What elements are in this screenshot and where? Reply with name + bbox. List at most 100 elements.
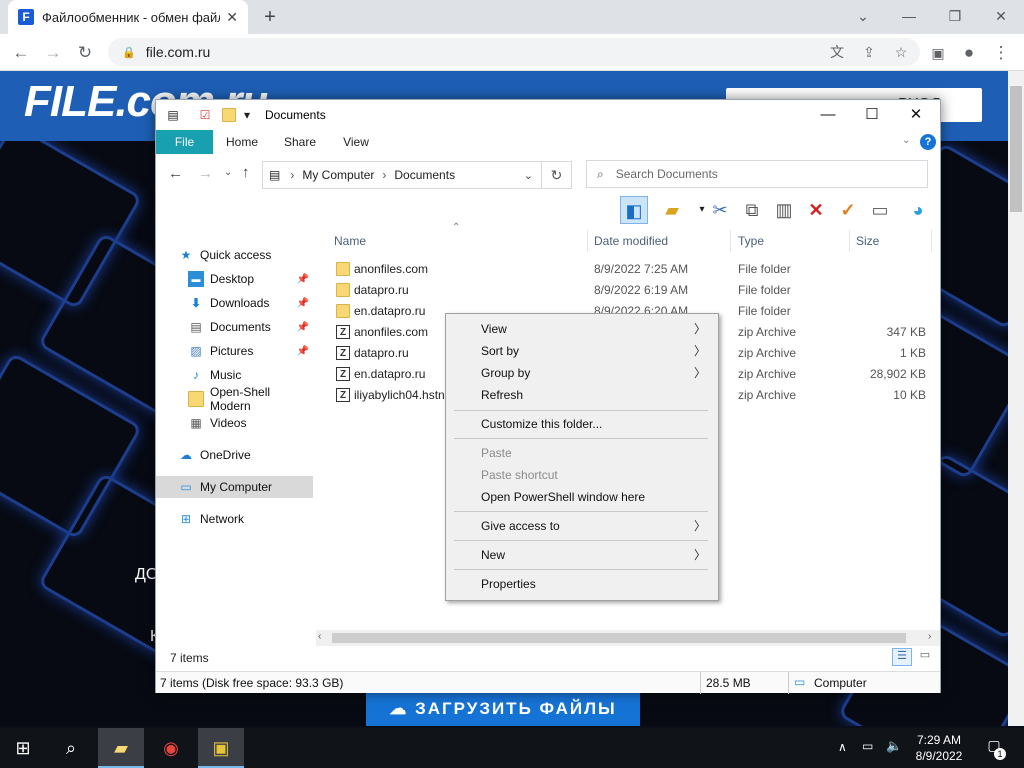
menu-item-open-powershell[interactable]: Open PowerShell window here bbox=[448, 486, 716, 508]
new-folder-tool-icon[interactable]: ▰ bbox=[658, 196, 686, 224]
menu-item-paste-shortcut[interactable]: Paste shortcut bbox=[448, 464, 716, 486]
breadcrumb-documents[interactable]: Documents bbox=[394, 168, 455, 182]
search-icon[interactable]: ⌕ bbox=[48, 728, 94, 768]
upload-files-button[interactable]: ☁ ЗАГРУЗИТЬ ФАЙЛЫ bbox=[366, 691, 640, 726]
tray-expand-icon[interactable]: ∧ bbox=[838, 740, 847, 754]
network-tray-icon[interactable]: ▭ bbox=[862, 739, 873, 753]
maximize-button[interactable]: ☐ bbox=[852, 104, 892, 126]
properties-icon[interactable]: ▤ bbox=[166, 108, 180, 122]
bookmark-star-icon[interactable]: ☆ bbox=[890, 41, 912, 63]
refresh-icon[interactable]: ↻ bbox=[542, 161, 572, 189]
sidebar-item-documents[interactable]: ▤ Documents 📌 bbox=[156, 316, 313, 338]
sidebar-item-downloads[interactable]: ⬇ Downloads 📌 bbox=[156, 292, 313, 314]
details-view-icon[interactable]: ☰ bbox=[892, 648, 912, 666]
table-row[interactable]: datapro.ru 8/9/2022 6:19 AM File folder bbox=[330, 280, 934, 301]
cut-icon[interactable]: ✂ bbox=[706, 196, 734, 224]
address-bar[interactable]: 🔒 file.com.ru 文 ⇪ ☆ bbox=[108, 38, 920, 66]
address-dropdown-icon[interactable]: ⌄ bbox=[524, 169, 533, 182]
menu-item-group-by[interactable]: Group by 〉 bbox=[448, 362, 716, 384]
delete-icon[interactable]: ✕ bbox=[802, 196, 830, 224]
breadcrumb-my-computer[interactable]: My Computer bbox=[302, 168, 374, 182]
browser-minimize-button[interactable]: — bbox=[896, 4, 922, 28]
column-header-type[interactable]: Type bbox=[732, 230, 850, 252]
new-folder-icon[interactable] bbox=[222, 108, 236, 122]
sidebar-item-my-computer[interactable]: ▭ My Computer bbox=[156, 476, 313, 498]
tab-view[interactable]: View bbox=[332, 130, 380, 154]
sidebar-item-videos[interactable]: ▦ Videos bbox=[156, 412, 313, 434]
table-row[interactable]: anonfiles.com 8/9/2022 7:25 AM File fold… bbox=[330, 259, 934, 280]
volume-icon[interactable]: 🔈 bbox=[886, 738, 902, 754]
sidebar-item-music[interactable]: ♪ Music bbox=[156, 364, 313, 386]
menu-item-customize-folder[interactable]: Customize this folder... bbox=[448, 413, 716, 435]
browser-tab[interactable]: F Файлообменник - обмен файлами ✕ bbox=[8, 0, 248, 34]
scroll-left-icon[interactable]: ‹ bbox=[318, 631, 321, 642]
sidebar-item-pictures[interactable]: ▨ Pictures 📌 bbox=[156, 340, 313, 362]
pin-icon[interactable]: 📌 bbox=[297, 322, 309, 333]
minimize-button[interactable]: — bbox=[808, 104, 848, 126]
sidebar-item-network[interactable]: ⊞ Network bbox=[156, 508, 313, 530]
rename-check-icon[interactable]: ✓ bbox=[834, 196, 862, 224]
ribbon-expand-icon[interactable]: ⌄ bbox=[902, 135, 910, 146]
navigation-pane-icon[interactable]: ◧ bbox=[620, 196, 648, 224]
paste-icon[interactable]: ▥ bbox=[770, 196, 798, 224]
column-header-size[interactable]: Size bbox=[850, 230, 932, 252]
horizontal-scroll-thumb[interactable] bbox=[332, 633, 906, 643]
sidebar-item-quick-access[interactable]: ★ Quick access bbox=[156, 244, 313, 266]
copy-icon[interactable]: ⧉ bbox=[738, 196, 766, 224]
forward-arrow-icon[interactable]: → bbox=[198, 165, 213, 182]
checkmark-icon[interactable]: ☑ bbox=[198, 108, 212, 122]
profile-icon[interactable]: ● bbox=[956, 40, 982, 66]
explorer-address-bar[interactable]: ▤ › My Computer › Documents ⌄ bbox=[262, 161, 542, 189]
page-scrollbar-thumb[interactable] bbox=[1010, 86, 1022, 212]
forward-icon[interactable]: → bbox=[40, 40, 66, 66]
network-globe-icon[interactable]: ◕ bbox=[904, 196, 932, 224]
close-button[interactable]: ✕ bbox=[896, 104, 936, 126]
clock[interactable]: 7:29 AM 8/9/2022 bbox=[908, 732, 970, 764]
back-icon[interactable]: ← bbox=[8, 40, 34, 66]
chrome-taskbar-icon[interactable]: ◉ bbox=[148, 728, 194, 768]
pin-icon[interactable]: 📌 bbox=[297, 274, 309, 285]
menu-item-sort-by[interactable]: Sort by 〉 bbox=[448, 340, 716, 362]
windows-start-icon[interactable]: ⊞ bbox=[0, 728, 46, 768]
menu-item-paste[interactable]: Paste bbox=[448, 442, 716, 464]
tab-share[interactable]: Share bbox=[276, 130, 324, 154]
file-size: 28,902 KB bbox=[869, 367, 926, 381]
app-taskbar-icon[interactable]: ▣ bbox=[198, 728, 244, 768]
menu-item-view[interactable]: View 〉 bbox=[448, 318, 716, 340]
sidebar-item-desktop[interactable]: ▬ Desktop 📌 bbox=[156, 268, 313, 290]
help-icon[interactable]: ? bbox=[920, 134, 936, 150]
tab-file[interactable]: File bbox=[156, 130, 213, 154]
search-box[interactable]: ⌕ Search Documents bbox=[586, 160, 928, 188]
column-header-date[interactable]: Date modified bbox=[588, 230, 731, 252]
reload-icon[interactable]: ↻ bbox=[72, 40, 98, 66]
browser-close-button[interactable]: ✕ bbox=[988, 4, 1014, 28]
browser-menu-icon[interactable]: ⋮ bbox=[988, 40, 1014, 66]
menu-separator bbox=[454, 410, 708, 411]
tab-home[interactable]: Home bbox=[218, 130, 266, 154]
sidebar-item-open-shell[interactable]: Open-Shell Modern bbox=[156, 385, 313, 413]
recent-locations-icon[interactable]: ⌄ bbox=[224, 167, 232, 178]
properties-tool-icon[interactable]: ▭ bbox=[866, 196, 894, 224]
browser-restore-button[interactable]: ❐ bbox=[942, 4, 968, 28]
pin-icon[interactable]: 📌 bbox=[297, 346, 309, 357]
side-panel-icon[interactable]: ▣ bbox=[925, 40, 951, 66]
large-icons-view-icon[interactable]: ▭ bbox=[916, 648, 934, 666]
column-header-name[interactable]: Name bbox=[328, 230, 588, 252]
file-explorer-taskbar-icon[interactable]: ▰ bbox=[98, 728, 144, 768]
sidebar-item-onedrive[interactable]: ☁ OneDrive bbox=[156, 444, 313, 466]
menu-item-give-access[interactable]: Give access to 〉 bbox=[448, 515, 716, 537]
menu-item-properties[interactable]: Properties bbox=[448, 573, 716, 595]
translate-icon[interactable]: 文 bbox=[826, 41, 848, 63]
quick-access-dropdown-icon[interactable]: ▾ bbox=[240, 108, 254, 122]
scroll-right-icon[interactable]: › bbox=[928, 631, 931, 642]
up-arrow-icon[interactable]: ↑ bbox=[242, 164, 250, 181]
back-arrow-icon[interactable]: ← bbox=[168, 165, 183, 182]
horizontal-scrollbar[interactable]: ‹ › bbox=[316, 630, 940, 646]
menu-item-refresh[interactable]: Refresh bbox=[448, 384, 716, 406]
new-tab-button[interactable]: + bbox=[258, 6, 282, 28]
share-icon[interactable]: ⇪ bbox=[858, 41, 880, 63]
menu-item-new[interactable]: New 〉 bbox=[448, 544, 716, 566]
pin-icon[interactable]: 📌 bbox=[297, 298, 309, 309]
tab-close-icon[interactable]: ✕ bbox=[226, 9, 238, 26]
browser-tab-search-icon[interactable]: ⌄ bbox=[850, 4, 876, 28]
